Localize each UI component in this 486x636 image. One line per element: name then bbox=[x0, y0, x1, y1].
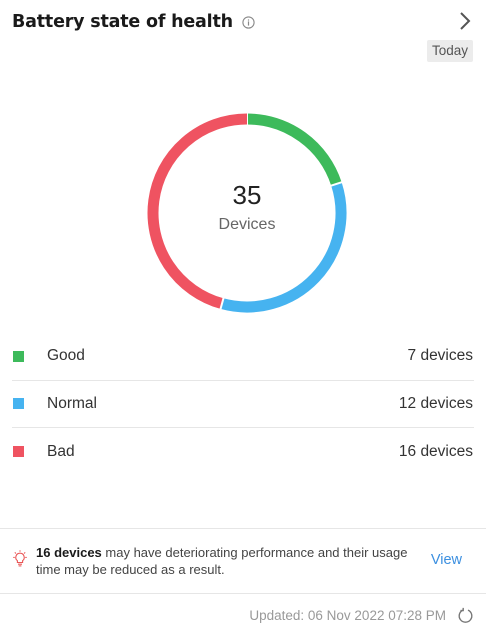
notice-banner: 16 devices may have deteriorating perfor… bbox=[12, 544, 474, 578]
legend-label: Normal bbox=[47, 394, 97, 412]
legend-row-bad: Bad 16 devices bbox=[12, 428, 474, 476]
divider bbox=[0, 528, 486, 529]
donut-segment-bad[interactable] bbox=[147, 113, 248, 309]
legend-label: Bad bbox=[47, 442, 75, 460]
battery-health-card: Battery state of health Today 35 Devices… bbox=[0, 0, 486, 636]
legend-swatch bbox=[13, 398, 24, 410]
notice-highlight: 16 devices bbox=[36, 545, 102, 560]
donut-segment-good[interactable] bbox=[246, 113, 342, 186]
chevron-right-icon[interactable] bbox=[456, 10, 474, 32]
info-icon[interactable] bbox=[242, 15, 255, 29]
legend-label: Good bbox=[47, 347, 85, 365]
divider bbox=[0, 593, 486, 594]
lightbulb-icon bbox=[12, 550, 28, 568]
notice-text: 16 devices may have deteriorating perfor… bbox=[36, 544, 428, 578]
legend-value: 7 devices bbox=[407, 347, 473, 365]
legend-row-good: Good 7 devices bbox=[12, 333, 474, 381]
refresh-icon[interactable] bbox=[457, 607, 474, 624]
legend-value: 16 devices bbox=[398, 442, 473, 460]
card-footer: Updated: 06 Nov 2022 07:28 PM bbox=[249, 607, 474, 624]
total-devices-label: Devices bbox=[218, 216, 276, 233]
donut-chart bbox=[145, 111, 349, 315]
card-title: Battery state of health bbox=[12, 12, 233, 32]
legend-swatch bbox=[13, 350, 24, 362]
legend-value: 12 devices bbox=[398, 394, 473, 412]
period-badge: Today bbox=[426, 40, 473, 62]
view-button[interactable]: View bbox=[431, 552, 462, 568]
legend-row-normal: Normal 12 devices bbox=[12, 381, 474, 428]
legend-list: Good 7 devices Normal 12 devices Bad 16 … bbox=[12, 333, 474, 476]
total-devices-count: 35 bbox=[232, 180, 262, 210]
legend-swatch bbox=[13, 446, 24, 458]
card-header: Battery state of health bbox=[12, 8, 474, 36]
updated-timestamp: Updated: 06 Nov 2022 07:28 PM bbox=[249, 608, 446, 623]
